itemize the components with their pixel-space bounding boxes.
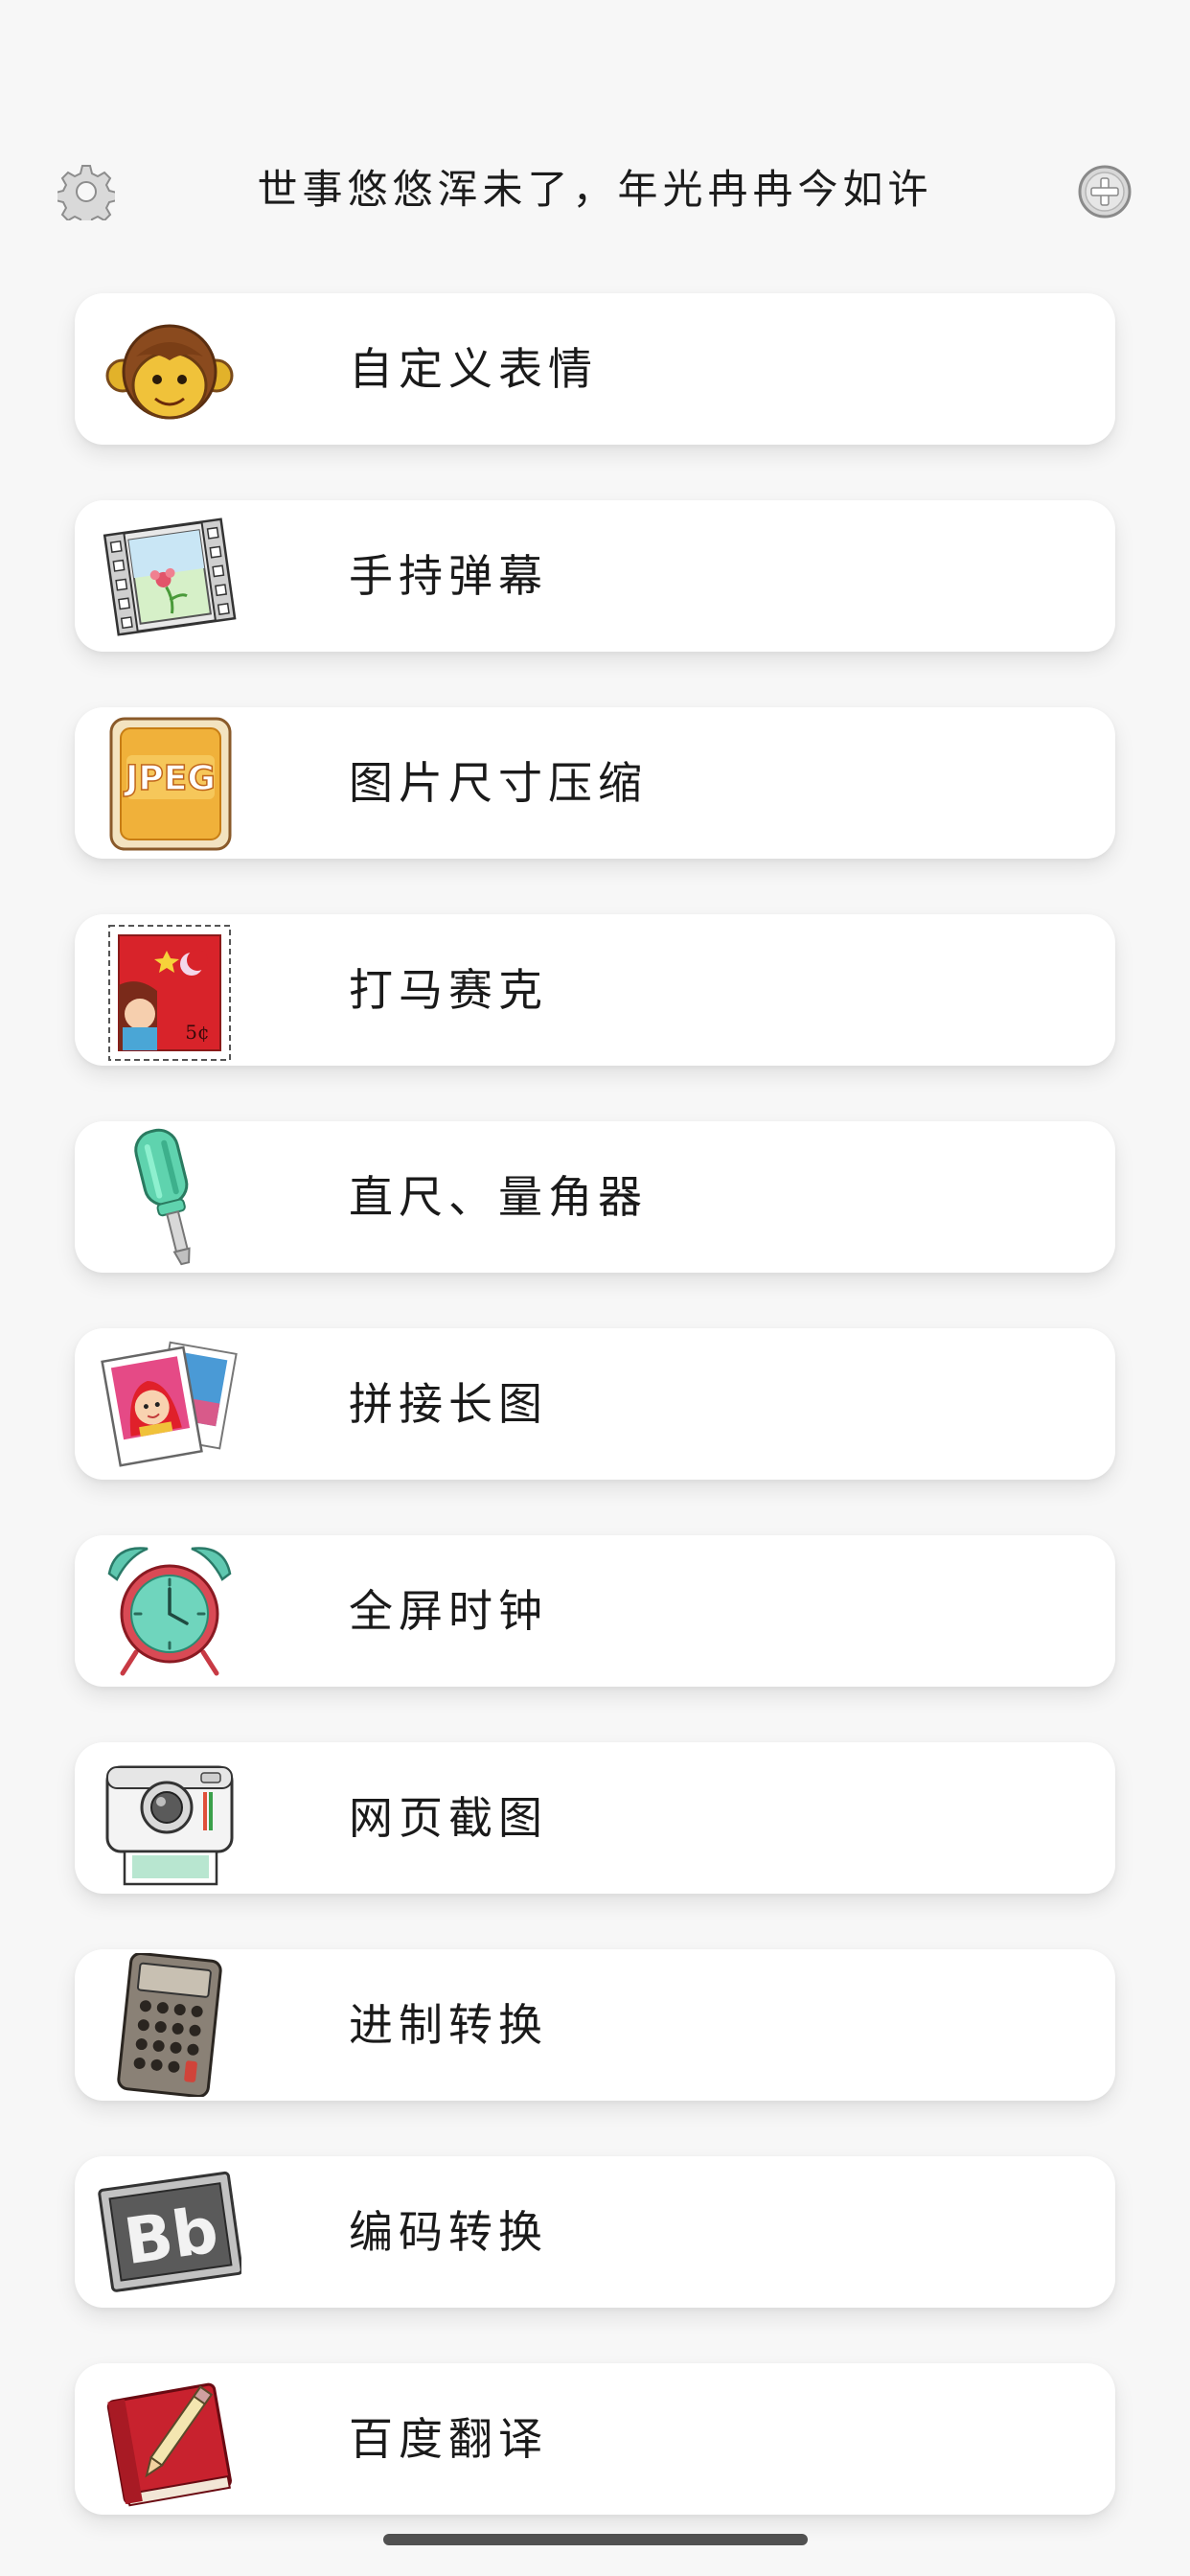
svg-text:Bb: Bb [120,2193,222,2279]
home-indicator[interactable] [383,2534,808,2545]
svg-text:5¢: 5¢ [185,1021,209,1044]
settings-button[interactable] [56,161,117,222]
menu-item-label: 进制转换 [349,1999,548,2051]
menu-item-label: 自定义表情 [349,343,598,395]
menu-item-stitch-long-image[interactable]: 拼接长图 [75,1328,1115,1480]
menu-item-label: 图片尺寸压缩 [349,757,648,809]
plus-circle-icon [1078,165,1132,218]
photos-icon [98,1332,241,1476]
tool-list: 自定义表情 手持弹幕 JPEG 图片尺寸压缩 5¢ 打马赛克 直尺、量角器 拼接… [75,293,1115,2570]
menu-item-label: 打马赛克 [349,964,548,1016]
menu-item-baidu-translate[interactable]: 百度翻译 [75,2363,1115,2515]
calculator-icon [98,1953,241,2097]
film-strip-icon [98,504,241,648]
menu-item-label: 编码转换 [349,2206,548,2258]
menu-item-image-compress[interactable]: JPEG 图片尺寸压缩 [75,707,1115,859]
screwdriver-icon [98,1125,241,1269]
menu-item-mosaic[interactable]: 5¢ 打马赛克 [75,914,1115,1066]
menu-item-label: 百度翻译 [349,2413,548,2465]
menu-item-encoding-conversion[interactable]: Bb 编码转换 [75,2156,1115,2308]
instant-camera-icon [98,1746,241,1890]
red-book-pencil-icon [98,2367,241,2511]
alarm-clock-icon [98,1539,241,1683]
menu-item-webpage-screenshot[interactable]: 网页截图 [75,1742,1115,1894]
menu-item-label: 全屏时钟 [349,1585,548,1637]
page-title: 世事悠悠浑未了，年光冉冉今如许 [257,166,933,213]
chalkboard-bb-icon: Bb [98,2160,241,2304]
header: 世事悠悠浑未了，年光冉冉今如许 [0,0,1190,249]
menu-item-handheld-danmaku[interactable]: 手持弹幕 [75,500,1115,652]
jpeg-icon: JPEG [98,711,241,855]
menu-item-base-conversion[interactable]: 进制转换 [75,1949,1115,2101]
gear-icon [57,165,115,220]
menu-item-custom-emoji[interactable]: 自定义表情 [75,293,1115,445]
add-button[interactable] [1074,161,1135,222]
menu-item-label: 手持弹幕 [349,550,548,602]
menu-item-fullscreen-clock[interactable]: 全屏时钟 [75,1535,1115,1687]
menu-item-label: 网页截图 [349,1792,548,1844]
monkey-face-icon [98,297,241,441]
stamp-icon: 5¢ [98,918,241,1062]
menu-item-label: 直尺、量角器 [349,1171,648,1223]
svg-text:JPEG: JPEG [123,759,216,798]
menu-item-ruler-protractor[interactable]: 直尺、量角器 [75,1121,1115,1273]
menu-item-label: 拼接长图 [349,1378,548,1430]
